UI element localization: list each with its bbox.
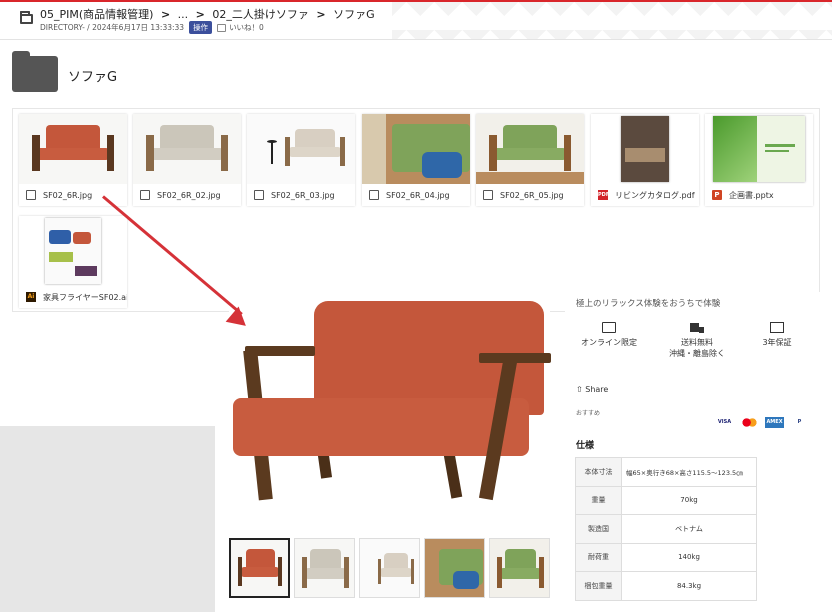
file-thumbnail[interactable]	[362, 114, 470, 184]
directory-path: DIRECTORY- / 2024年6月17日 13:33:33	[40, 23, 185, 32]
folder-title: ソファG	[68, 70, 118, 85]
spec-value: 70kg	[621, 485, 757, 515]
file-thumbnail[interactable]	[19, 216, 127, 286]
payment-methods: VISA AMEX P	[715, 417, 809, 428]
truck-icon	[690, 322, 704, 333]
image-file-icon	[254, 190, 264, 200]
file-tile[interactable]: SF02_6R_05.jpg	[476, 114, 584, 206]
spec-value: 幅65×奥行き68×高さ115.5〜123.5㎝	[621, 457, 757, 487]
table-row: 梱包重量 84.3kg	[575, 571, 757, 601]
product-info-panel: 極上のリラックス体験をおうちで体験 オンライン限定 送料無料 沖縄・離島除く 3…	[565, 292, 832, 612]
share-button[interactable]: ⇧ Share	[576, 385, 608, 394]
spec-key: 製造国	[575, 514, 622, 544]
file-name[interactable]: SF02_6R_02.jpg	[157, 191, 221, 200]
spec-title: 仕様	[576, 441, 595, 451]
product-thumbnail[interactable]	[489, 538, 550, 598]
file-tile[interactable]: PDF リビングカタログ.pdf	[591, 114, 699, 206]
image-file-icon	[140, 190, 150, 200]
breadcrumb-separator: >	[160, 8, 171, 21]
paypal-icon: P	[797, 419, 802, 425]
directory-meta: DIRECTORY- / 2024年6月17日 13:33:33 操作 いいね！…	[40, 21, 264, 34]
spec-key: 重量	[575, 485, 622, 515]
illustrator-file-icon: Ai	[26, 292, 36, 302]
spec-value: 140kg	[621, 542, 757, 572]
breadcrumb-item-ellipsis[interactable]: ...	[178, 8, 189, 21]
product-thumbnail[interactable]	[294, 538, 355, 598]
feature-free-shipping: 送料無料 沖縄・離島除く	[657, 322, 737, 359]
check-icon	[770, 322, 784, 333]
pdf-file-icon: PDF	[598, 190, 610, 200]
spec-key: 梱包重量	[575, 571, 622, 601]
amex-icon: AMEX	[765, 417, 784, 428]
product-thumbnail[interactable]	[359, 538, 420, 598]
feature-label: 3年保証	[762, 338, 792, 347]
file-tile[interactable]: SF02_6R.jpg	[19, 114, 127, 206]
file-name[interactable]: SF02_6R_04.jpg	[386, 191, 450, 200]
visa-icon: VISA	[717, 419, 732, 425]
feature-warranty: 3年保証	[737, 322, 817, 348]
table-row: 耐荷重 140kg	[575, 542, 757, 572]
breadcrumb-item-two-seat-sofa[interactable]: 02_二人掛けソファ	[212, 8, 309, 21]
recommend-label: おすすめ	[576, 410, 601, 417]
product-tagline: 極上のリラックス体験をおうちで体験	[576, 299, 721, 309]
file-tile[interactable]: SF02_6R_03.jpg	[247, 114, 355, 206]
file-name[interactable]: 家具フライヤーSF02.ai	[43, 292, 127, 303]
breadcrumb-item-current: ソファG	[333, 8, 375, 21]
product-main-image	[229, 298, 551, 528]
breadcrumb-item-pim[interactable]: 05_PIM(商品情報管理)	[40, 8, 153, 21]
product-thumbnail[interactable]	[424, 538, 485, 598]
folder-icon	[20, 11, 33, 24]
feature-online-only: オンライン限定	[569, 322, 649, 348]
spec-key: 耐荷重	[575, 542, 622, 572]
file-thumbnail[interactable]	[591, 114, 699, 184]
table-row: 製造国 ベトナム	[575, 514, 757, 544]
file-tile[interactable]: Ai 家具フライヤーSF02.ai	[19, 216, 127, 308]
file-name[interactable]: リビングカタログ.pdf	[615, 190, 695, 201]
file-tile[interactable]: SF02_6R_04.jpg	[362, 114, 470, 206]
file-name[interactable]: SF02_6R_03.jpg	[271, 191, 335, 200]
file-name[interactable]: SF02_6R.jpg	[43, 191, 92, 200]
powerpoint-file-icon: P	[712, 190, 722, 200]
file-tile[interactable]: SF02_6R_02.jpg	[133, 114, 241, 206]
folder-large-icon	[12, 51, 58, 92]
breadcrumb: 05_PIM(商品情報管理) > ... > 02_二人掛けソファ > ソファG	[40, 6, 379, 22]
monitor-icon	[602, 322, 616, 333]
feature-label: 送料無料	[681, 338, 713, 347]
like-count[interactable]: いいね！0	[229, 22, 264, 33]
table-row: 重量 70kg	[575, 485, 757, 515]
spec-key: 本体寸法	[575, 457, 622, 487]
file-thumbnail[interactable]	[247, 114, 355, 184]
image-file-icon	[369, 190, 379, 200]
thumbs-up-icon[interactable]	[217, 23, 227, 32]
breadcrumb-separator: >	[316, 8, 326, 21]
top-bar: 05_PIM(商品情報管理) > ... > 02_二人掛けソファ > ソファG…	[0, 0, 832, 40]
spec-value: 84.3kg	[621, 571, 757, 601]
share-label[interactable]: Share	[585, 385, 608, 394]
file-thumbnail[interactable]	[19, 114, 127, 184]
file-tile[interactable]: P 企画書.pptx	[705, 114, 813, 206]
product-thumbnail-selected[interactable]	[229, 538, 290, 598]
table-row: 本体寸法 幅65×奥行き68×高さ115.5〜123.5㎝	[575, 457, 757, 487]
file-name[interactable]: 企画書.pptx	[729, 190, 774, 201]
background-block	[0, 426, 215, 612]
file-name[interactable]: SF02_6R_05.jpg	[500, 191, 564, 200]
image-file-icon	[483, 190, 493, 200]
file-thumbnail[interactable]	[133, 114, 241, 184]
mastercard-icon	[740, 417, 759, 428]
file-thumbnail[interactable]	[476, 114, 584, 184]
breadcrumb-separator: >	[195, 8, 205, 21]
feature-note: 沖縄・離島除く	[669, 349, 725, 358]
header-pattern	[392, 2, 832, 39]
product-thumbnail-strip	[229, 538, 550, 598]
feature-label: オンライン限定	[581, 338, 637, 347]
spec-table: 本体寸法 幅65×奥行き68×高さ115.5〜123.5㎝ 重量 70kg 製造国ベ…	[575, 457, 757, 601]
image-file-icon	[26, 190, 36, 200]
operation-button[interactable]: 操作	[189, 21, 213, 34]
file-thumbnail[interactable]	[705, 114, 813, 184]
spec-value: ベトナム	[621, 514, 757, 544]
